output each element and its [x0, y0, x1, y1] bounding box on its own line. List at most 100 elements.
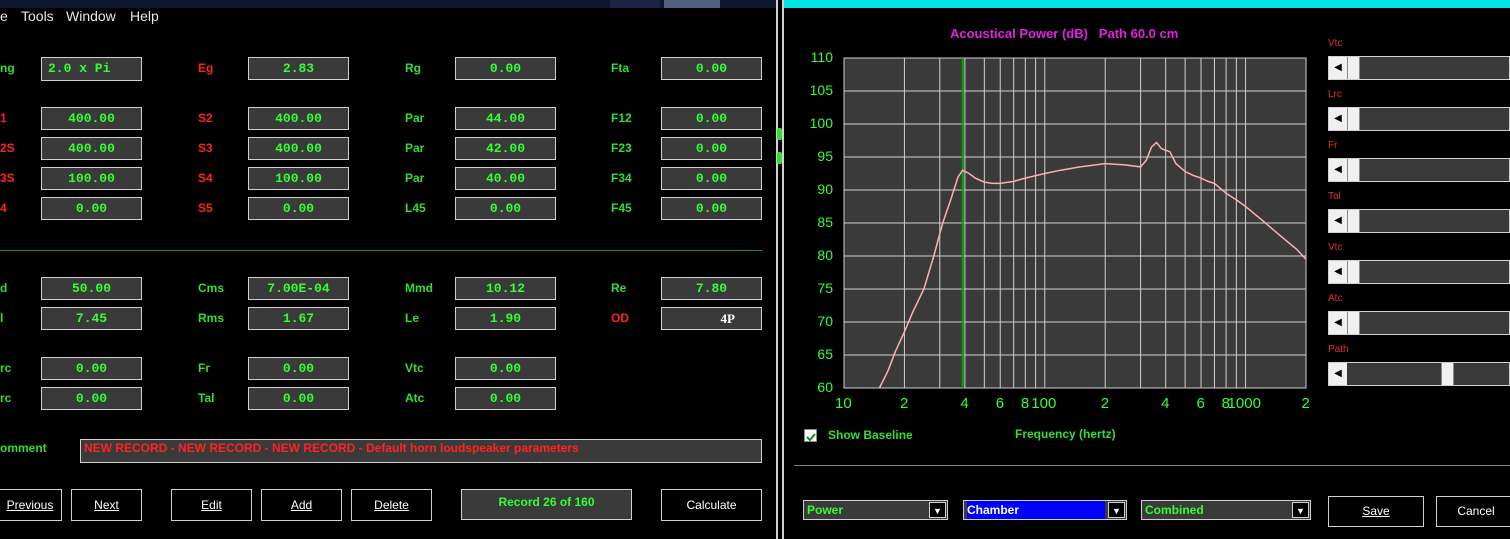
slider[interactable]: ◀ [1328, 158, 1510, 182]
parameter-input[interactable]: 100.00 [41, 167, 142, 190]
x-tick-label: 1000 [1227, 395, 1261, 412]
slider[interactable]: ◀ [1328, 209, 1510, 233]
edit-button[interactable]: Edit [171, 489, 252, 521]
previous-button[interactable]: Previous [0, 489, 62, 521]
slider-thumb[interactable] [1347, 261, 1360, 283]
slider-thumb[interactable] [1347, 108, 1360, 130]
parameter-input[interactable]: 1.90 [455, 307, 556, 330]
parameter-input[interactable]: 4P [661, 307, 762, 330]
parameter-input[interactable]: 10.12 [455, 277, 556, 300]
slider[interactable]: ◀ [1328, 260, 1510, 284]
chevron-left-icon[interactable]: ◀ [1329, 57, 1347, 79]
y-tick-label: 110 [810, 49, 833, 65]
parameter-input[interactable]: 50.00 [41, 277, 142, 300]
parameter-input[interactable]: 2.0 x Pi [41, 57, 142, 81]
menu-item-file[interactable]: e [0, 8, 8, 24]
chevron-left-icon[interactable]: ◀ [1329, 210, 1347, 232]
previous-button-label: Previous [6, 498, 54, 512]
parameter-input[interactable]: 0.00 [455, 57, 556, 80]
add-button[interactable]: Add [261, 489, 342, 521]
parameter-input[interactable]: 0.00 [661, 107, 762, 130]
parameter-input[interactable]: 0.00 [661, 197, 762, 220]
parameter-input[interactable]: 0.00 [455, 197, 556, 220]
show-baseline-label[interactable]: Show Baseline [828, 428, 913, 442]
parameter-input[interactable]: 100.00 [248, 167, 349, 190]
chamber-dropdown[interactable]: Chamber ▼ [963, 500, 1127, 520]
parameter-input[interactable]: 400.00 [248, 107, 349, 130]
field-label: S2 [198, 111, 213, 125]
parameter-input[interactable]: 0.00 [661, 137, 762, 160]
parameter-input[interactable]: 7.00E-04 [248, 277, 349, 300]
next-button[interactable]: Next [71, 489, 142, 521]
parameter-input[interactable]: 0.00 [248, 197, 349, 220]
slider[interactable]: ◀ [1328, 56, 1510, 80]
calculate-button[interactable]: Calculate [661, 489, 762, 521]
show-baseline-checkbox[interactable] [804, 429, 817, 442]
slider-thumb[interactable] [1347, 57, 1360, 79]
slider-thumb[interactable] [1347, 210, 1360, 232]
parameter-input[interactable]: 400.00 [41, 107, 142, 130]
parameter-input[interactable]: 0.00 [248, 357, 349, 380]
y-tick-label: 60 [817, 379, 833, 395]
parameter-input[interactable]: 2.83 [248, 57, 349, 80]
save-button[interactable]: Save [1328, 496, 1424, 527]
chevron-left-icon[interactable]: ◀ [1329, 261, 1347, 283]
field-label: S3 [198, 141, 213, 155]
slider-thumb[interactable] [1347, 159, 1360, 181]
title-bar-tab[interactable] [610, 0, 660, 8]
x-tick-label: 8 [1020, 395, 1030, 412]
y-tick-label: 105 [809, 82, 833, 98]
field-label: Par [405, 141, 425, 155]
field-label: F34 [611, 171, 632, 185]
parameter-input[interactable]: 7.80 [661, 277, 762, 300]
slider-thumb[interactable] [1347, 312, 1360, 334]
delete-button[interactable]: Delete [351, 489, 432, 521]
menu-item-help[interactable]: Help [130, 8, 159, 24]
chevron-left-icon[interactable]: ◀ [1329, 159, 1347, 181]
parameter-input[interactable]: 0.00 [455, 387, 556, 410]
parameter-input[interactable]: 0.00 [41, 387, 142, 410]
slider-label: Vtc [1328, 242, 1343, 253]
slider[interactable]: ◀ [1328, 107, 1510, 131]
parameter-input[interactable]: 1.67 [248, 307, 349, 330]
field-label: rc [0, 361, 12, 375]
chevron-down-icon[interactable]: ▼ [1108, 502, 1125, 518]
menu-item-window[interactable]: Window [66, 8, 116, 24]
field-label: Eg [198, 61, 214, 75]
parameter-input[interactable]: 400.00 [41, 137, 142, 160]
field-label: l [0, 311, 4, 325]
chevron-down-icon[interactable]: ▼ [929, 502, 946, 518]
chevron-left-icon[interactable]: ◀ [1329, 363, 1347, 385]
output-type-value: Power [807, 503, 844, 517]
combined-dropdown[interactable]: Combined ▼ [1141, 500, 1311, 520]
parameter-input[interactable]: 40.00 [455, 167, 556, 190]
chevron-left-icon[interactable]: ◀ [1329, 312, 1347, 334]
parameter-input[interactable]: 0.00 [661, 57, 762, 80]
chevron-down-icon[interactable]: ▼ [1292, 502, 1309, 518]
slider-label: Vtc [1328, 38, 1343, 49]
field-label: Vtc [405, 361, 424, 375]
slider-label: Fr [1328, 140, 1338, 151]
parameter-input[interactable]: 0.00 [41, 197, 142, 220]
chevron-left-icon[interactable]: ◀ [1329, 108, 1347, 130]
field-label: Par [405, 171, 425, 185]
field-label: Mmd [405, 281, 433, 295]
parameter-input[interactable]: 0.00 [661, 167, 762, 190]
parameter-input[interactable]: 0.00 [455, 357, 556, 380]
output-type-dropdown[interactable]: Power ▼ [803, 500, 948, 520]
field-label: Cms [198, 281, 225, 295]
menu-item-tools[interactable]: Tools [21, 8, 54, 24]
parameter-input[interactable]: 42.00 [455, 137, 556, 160]
parameter-input[interactable]: 0.00 [41, 357, 142, 380]
slider[interactable]: ◀ [1328, 362, 1510, 386]
comment-field[interactable]: NEW RECORD - NEW RECORD - NEW RECORD - D… [80, 439, 762, 463]
slider[interactable]: ◀ [1328, 311, 1510, 335]
parameter-input[interactable]: 7.45 [41, 307, 142, 330]
slider-thumb[interactable] [1441, 363, 1454, 385]
parameter-input[interactable]: 0.00 [248, 387, 349, 410]
title-bar-tab-active[interactable] [664, 0, 720, 8]
parameter-input[interactable]: 44.00 [455, 107, 556, 130]
y-tick-label: 100 [809, 115, 833, 131]
parameter-input[interactable]: 400.00 [248, 137, 349, 160]
cancel-button[interactable]: Cancel [1436, 496, 1510, 527]
